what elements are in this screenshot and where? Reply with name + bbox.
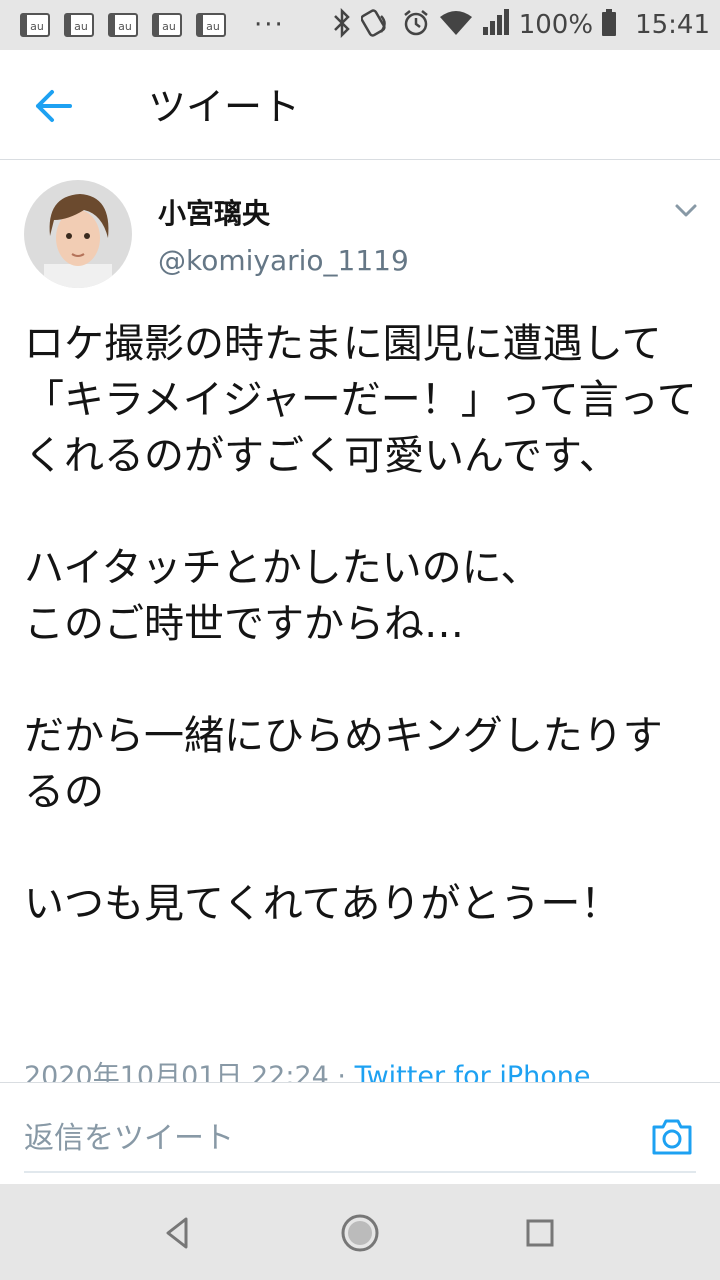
svg-text:au: au [74, 20, 88, 33]
back-button[interactable] [32, 84, 80, 128]
tweet-options-button[interactable] [672, 196, 700, 224]
reply-input[interactable]: 返信をツイート [24, 1113, 234, 1157]
svg-text:au: au [30, 20, 44, 33]
tweet-line: このご時世ですからね… [24, 601, 464, 647]
au-icon: au [64, 13, 94, 37]
circle-home-icon [341, 1214, 379, 1252]
alarm-icon [401, 8, 431, 42]
au-icon: au [108, 13, 138, 37]
reply-bar: 返信をツイート [0, 1082, 720, 1184]
square-recents-icon [526, 1219, 554, 1247]
tweet-line: 「キラメイジャーだー！」って言ってくれるのがすごく可愛いんです、 [24, 377, 697, 479]
signal-icon [481, 9, 511, 41]
tweet-timestamp: 2020年10月01日 22:24 [24, 1061, 329, 1084]
battery-percent: 100% [518, 10, 594, 40]
nfc-icon [360, 8, 393, 42]
notification-icons: au au au au au ··· [20, 10, 285, 40]
nav-home-button[interactable] [339, 1212, 381, 1254]
status-bar: au au au au au ··· 100% 15:41 [0, 0, 720, 50]
system-nav-bar [0, 1184, 720, 1280]
author-handle[interactable]: @komiyario_1119 [158, 244, 409, 277]
nav-back-button[interactable] [158, 1212, 200, 1254]
author-name[interactable]: 小宮璃央 [158, 192, 270, 232]
camera-button[interactable] [650, 1117, 694, 1157]
tweet-source-link[interactable]: Twitter for iPhone [355, 1061, 591, 1084]
meta-separator: · [328, 1061, 355, 1084]
top-app-bar: ツイート [0, 50, 720, 160]
svg-text:au: au [162, 20, 176, 33]
battery-icon [601, 9, 617, 41]
page-title: ツイート [148, 85, 301, 129]
tweet-line: ハイタッチとかしたいのに、 [24, 545, 541, 591]
au-icon: au [196, 13, 226, 37]
nav-recents-button[interactable] [519, 1212, 561, 1254]
triangle-back-icon [166, 1217, 188, 1249]
avatar[interactable] [24, 180, 132, 288]
svg-text:au: au [118, 20, 132, 33]
back-arrow-icon [36, 90, 72, 122]
au-icon: au [152, 13, 182, 37]
reply-input-underline [24, 1171, 696, 1173]
svg-text:au: au [206, 20, 220, 33]
tweet-meta: 2020年10月01日 22:24 · Twitter for iPhone [24, 1054, 591, 1084]
au-icon: au [20, 13, 50, 37]
wifi-icon [439, 9, 473, 41]
tweet-text: ロケ撮影の時たまに園児に遭遇して 「キラメイジャーだー！」って言ってくれるのがす… [24, 316, 700, 932]
tweet-line: だから一緒にひらめキングしたりするの [24, 713, 663, 815]
bluetooth-icon [331, 7, 353, 42]
more-notifications-icon: ··· [254, 10, 285, 40]
chevron-down-icon [675, 204, 697, 217]
tweet-line: いつも見てくれてありがとうー！ [24, 881, 621, 927]
clock: 15:41 [635, 10, 710, 40]
camera-icon [652, 1119, 692, 1155]
tweet-line: ロケ撮影の時たまに園児に遭遇して [24, 321, 662, 367]
